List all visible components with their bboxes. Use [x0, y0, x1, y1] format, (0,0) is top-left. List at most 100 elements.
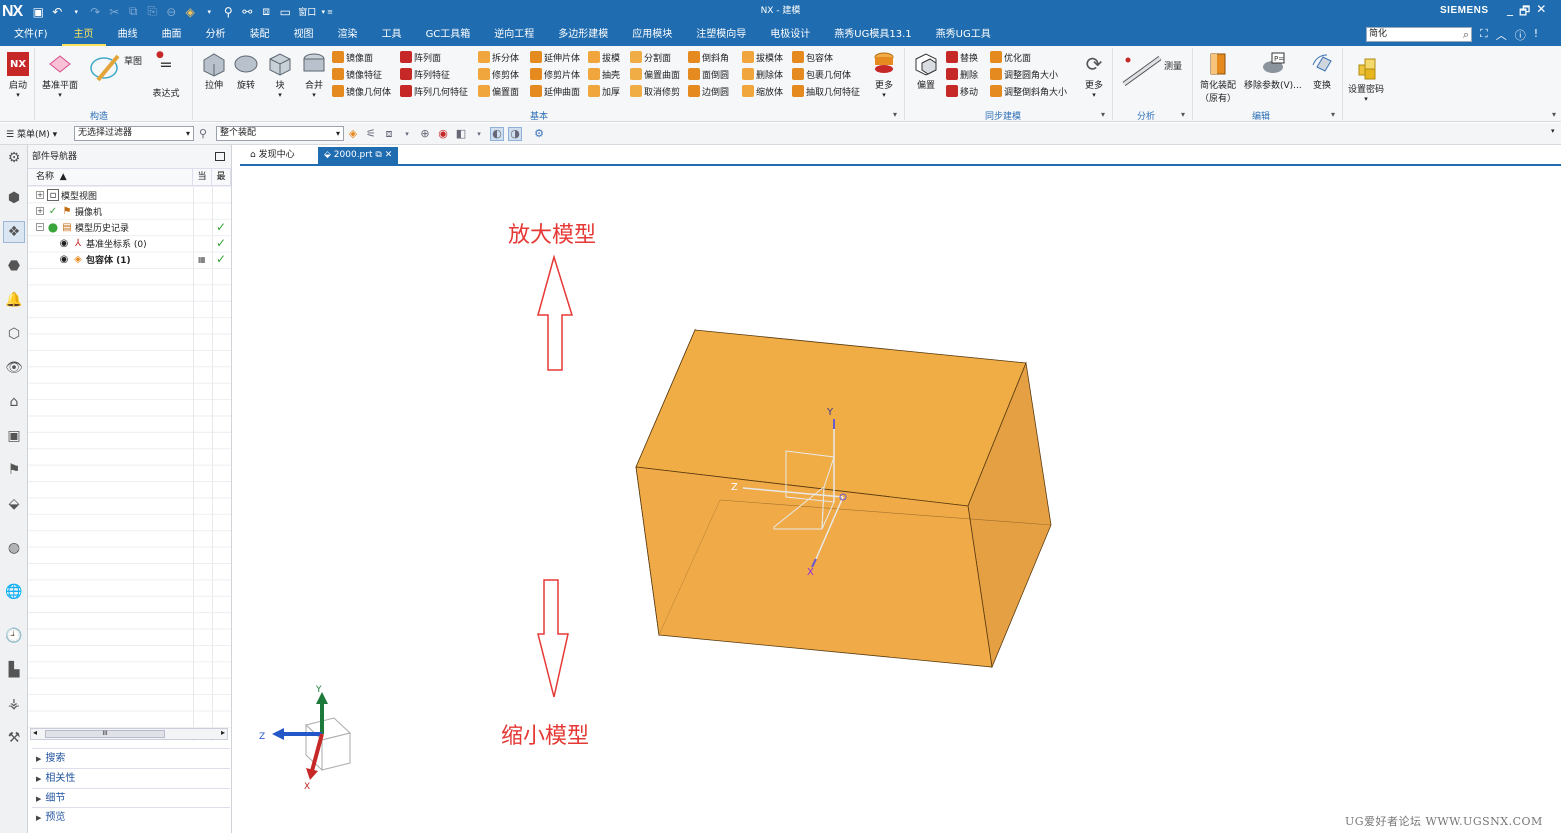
- select-component-icon[interactable]: ◧: [454, 127, 468, 141]
- cmd-col2-0[interactable]: 阵列面: [400, 50, 441, 64]
- start-button[interactable]: NX 启动 ▾: [4, 50, 32, 99]
- collapse-ribbon-icon[interactable]: ︿: [1496, 27, 1507, 43]
- material-icon[interactable]: ⬙: [3, 493, 25, 515]
- cmd-sync2-1[interactable]: 调整圆角大小: [990, 67, 1058, 81]
- cmd-col6-2[interactable]: 取消修剪: [630, 84, 680, 98]
- cmd-col1-1[interactable]: 镜像特征: [332, 67, 382, 81]
- cmd-col5-2[interactable]: 加厚: [588, 84, 620, 98]
- measure-button[interactable]: 测量: [1120, 52, 1182, 88]
- column-latest[interactable]: 最: [212, 169, 231, 185]
- simplify-assembly-button[interactable]: 简化装配 （原有）: [1200, 50, 1236, 104]
- command-search-input[interactable]: 简化 ⌕: [1366, 27, 1472, 42]
- close-button[interactable]: ✕: [1536, 2, 1546, 23]
- redo-icon[interactable]: ↷: [87, 4, 103, 20]
- section-preview[interactable]: ▶ 预览: [32, 807, 230, 826]
- model-dropdown-icon[interactable]: ▾: [201, 4, 217, 20]
- tab-1[interactable]: 主页: [61, 23, 106, 46]
- alert-icon[interactable]: !: [1534, 27, 1538, 43]
- switch-window-icon[interactable]: ⧈: [258, 4, 274, 20]
- show-hide-icon[interactable]: ◐: [490, 126, 504, 141]
- visibility-eye-icon[interactable]: ◉: [58, 253, 70, 265]
- help-icon[interactable]: ⓘ: [1515, 27, 1526, 43]
- revolve-button[interactable]: 旋转: [232, 50, 260, 91]
- select-faces-icon[interactable]: ⧈: [382, 127, 396, 141]
- settings-gear-icon[interactable]: ⚙: [3, 147, 25, 169]
- section-search[interactable]: ▶ 搜索: [32, 748, 230, 767]
- cmd-col6-0[interactable]: 分割面: [630, 50, 671, 64]
- minimize-button[interactable]: _: [1507, 2, 1513, 23]
- select-curves-icon[interactable]: ⚟: [364, 127, 378, 141]
- feature-palette-icon[interactable]: ⚑: [3, 459, 25, 481]
- cut-icon[interactable]: ✂: [106, 4, 122, 20]
- cmd-col1-2[interactable]: 镜像几何体: [332, 84, 391, 98]
- fullscreen-icon[interactable]: ⛶: [1480, 27, 1488, 43]
- paste-icon[interactable]: ⎘: [144, 4, 160, 20]
- scroll-right-icon[interactable]: ▸: [221, 728, 225, 737]
- cmd-col4-1[interactable]: 修剪片体: [530, 67, 580, 81]
- cmd-col9-2[interactable]: 抽取几何特征: [792, 84, 860, 98]
- cmd-col6-1[interactable]: 偏置曲面: [630, 67, 680, 81]
- selection-filter-select[interactable]: 无选择过滤器 ▾: [74, 126, 194, 141]
- tab-6[interactable]: 视图: [282, 23, 326, 46]
- save-icon[interactable]: ▣: [30, 4, 46, 20]
- tree-row-bounding-body[interactable]: ◉ ◈ 包容体 (1) ▦ ✓: [28, 251, 232, 267]
- cmd-col4-0[interactable]: 延伸片体: [530, 50, 580, 64]
- snap-point-icon[interactable]: ⊕: [418, 127, 432, 141]
- tree-row-cameras[interactable]: + ✓ ⚑ 摄像机: [28, 203, 232, 219]
- constraint-navigator-icon[interactable]: ⬡: [3, 323, 25, 345]
- maximize-icon[interactable]: [215, 152, 225, 161]
- roles-icon[interactable]: ⚶: [3, 693, 25, 715]
- tab-2[interactable]: 曲线: [106, 23, 150, 46]
- select-features-icon[interactable]: ◈: [346, 127, 360, 141]
- menu-button[interactable]: ☰ 菜单(M) ▾: [0, 127, 74, 140]
- cmd-sync2-2[interactable]: 调整倒斜角大小: [990, 84, 1067, 98]
- scroll-left-icon[interactable]: ◂: [33, 728, 37, 737]
- more-basic-button[interactable]: 更多 ▾: [870, 50, 898, 99]
- assembly-icon[interactable]: ⚙: [532, 127, 546, 141]
- datum-plane-button[interactable]: 基准平面 ▾: [42, 50, 78, 99]
- extrude-button[interactable]: 拉伸: [200, 50, 228, 91]
- dropdown-icon[interactable]: ▾: [472, 127, 486, 141]
- tab-13[interactable]: 注塑模向导: [684, 23, 758, 46]
- unite-button[interactable]: 合并 ▾: [300, 50, 328, 99]
- section-dependencies[interactable]: ▶ 相关性: [32, 768, 230, 787]
- expand-icon[interactable]: +: [36, 191, 44, 199]
- cmd-sync1-0[interactable]: 替换: [946, 50, 978, 64]
- cmd-sync2-0[interactable]: 优化面: [990, 50, 1031, 64]
- cmd-col8-2[interactable]: 缩放体: [742, 84, 783, 98]
- alerts-bell-icon[interactable]: 🔔: [3, 289, 25, 311]
- search-icon[interactable]: ⌕: [1463, 28, 1471, 41]
- remove-parameters-button[interactable]: P= 移除参数(V)...: [1244, 50, 1302, 91]
- collapse-icon[interactable]: −: [36, 223, 44, 231]
- model-scene[interactable]: Y Z X Y Z X: [240, 167, 1561, 833]
- section-details[interactable]: ▶ 细节: [32, 788, 230, 807]
- select-body-icon[interactable]: ◉: [436, 127, 450, 141]
- view-icon[interactable]: 👁: [3, 357, 25, 379]
- link-icon[interactable]: ⚯: [239, 4, 255, 20]
- tab-11[interactable]: 多边形建模: [546, 23, 620, 46]
- navigator-horizontal-scrollbar[interactable]: ◂ III ▸: [30, 728, 228, 740]
- filter-icon[interactable]: ⚲: [196, 127, 210, 141]
- tree-row-model-views[interactable]: + ▫ 模型视图: [28, 187, 232, 203]
- cmd-col9-0[interactable]: 包容体: [792, 50, 833, 64]
- part-navigator-icon[interactable]: ❖: [3, 221, 25, 243]
- tab-0[interactable]: 文件(F): [0, 23, 62, 46]
- tab-4[interactable]: 分析: [194, 23, 238, 46]
- reuse-library-icon[interactable]: ⬣: [3, 255, 25, 277]
- window-menu[interactable]: 窗口: [298, 5, 316, 18]
- cmd-col7-2[interactable]: 边倒圆: [688, 84, 729, 98]
- history-clock-icon[interactable]: 🕘: [3, 625, 25, 647]
- tab-14[interactable]: 电极设计: [758, 23, 822, 46]
- tab-8[interactable]: 工具: [370, 23, 414, 46]
- cmd-col1-0[interactable]: 镜像面: [332, 50, 373, 64]
- touch-mode-icon[interactable]: ⚲: [220, 4, 236, 20]
- cmd-col4-2[interactable]: 延伸曲面: [530, 84, 580, 98]
- assembly-navigator-icon[interactable]: ⬢: [3, 187, 25, 209]
- tab-3[interactable]: 曲面: [150, 23, 194, 46]
- tab-discover-center[interactable]: ⌂ 发现中心: [244, 147, 301, 166]
- tab-9[interactable]: GC工具箱: [414, 23, 483, 46]
- set-password-button[interactable]: 设置密码 ▾: [1348, 54, 1384, 103]
- cmd-col3-2[interactable]: 偏置面: [478, 84, 519, 98]
- cmd-col5-0[interactable]: 拔模: [588, 50, 620, 64]
- view-triad[interactable]: [272, 692, 352, 780]
